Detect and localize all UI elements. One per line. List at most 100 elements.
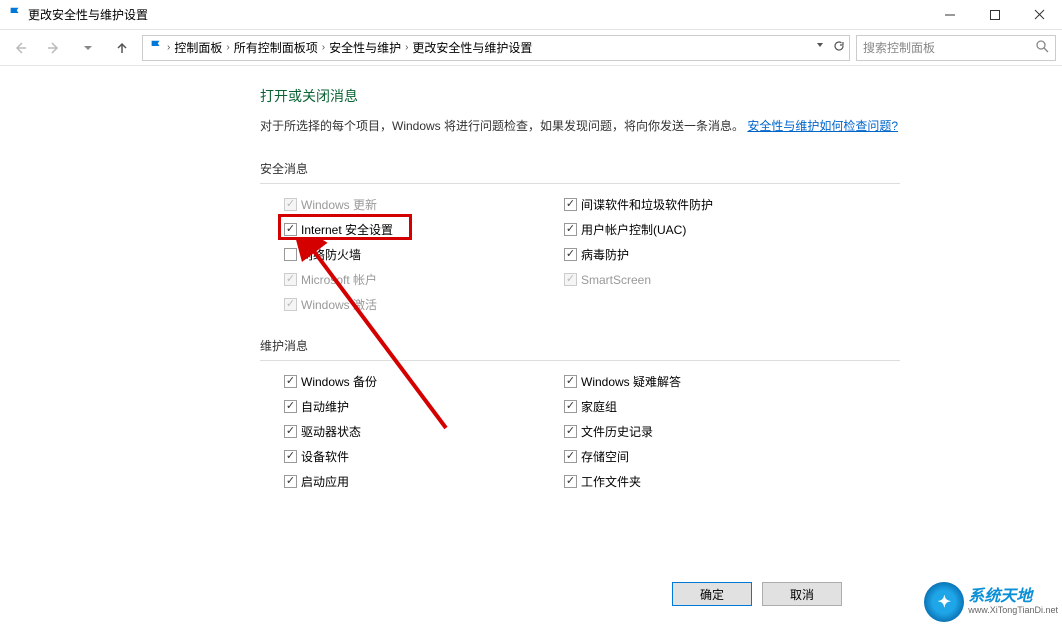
breadcrumb-label: 更改安全性与维护设置 xyxy=(412,39,532,56)
close-button[interactable] xyxy=(1017,0,1062,29)
checkbox-label: Internet 安全设置 xyxy=(301,221,393,238)
checkbox[interactable] xyxy=(564,450,577,463)
ok-label: 确定 xyxy=(700,586,724,603)
checkbox[interactable] xyxy=(284,425,297,438)
checkbox-label: Windows 备份 xyxy=(301,373,377,390)
breadcrumb-label: 所有控制面板项 xyxy=(234,39,318,56)
minimize-button[interactable] xyxy=(927,0,972,29)
security-checkbox-grid: Windows 更新 间谍软件和垃圾软件防护 Internet 安全设置 用户帐户控制… xyxy=(260,190,1032,313)
description-text: 对于所选择的每个项目，Windows 将进行问题检查，如果发现问题，将向你发送一… xyxy=(260,119,744,133)
security-check-5[interactable]: 病毒防护 xyxy=(564,246,834,263)
security-section-label: 安全消息 xyxy=(260,160,900,184)
checkbox[interactable] xyxy=(284,400,297,413)
checkbox-label: 文件历史记录 xyxy=(581,423,653,440)
checkbox[interactable] xyxy=(564,223,577,236)
checkbox xyxy=(284,198,297,211)
breadcrumb-item[interactable]: 所有控制面板项 xyxy=(234,39,318,56)
chevron-right-icon[interactable]: › xyxy=(322,42,325,53)
checkbox-label: 驱动器状态 xyxy=(301,423,361,440)
page-heading: 打开或关闭消息 xyxy=(260,86,1032,106)
address-dropdown-icon[interactable] xyxy=(815,40,825,55)
forward-button[interactable] xyxy=(40,34,68,62)
security-check-0: Windows 更新 xyxy=(284,196,554,213)
checkbox-label: Microsoft 帐户 xyxy=(301,271,377,288)
maintenance-section-label: 维护消息 xyxy=(260,337,900,361)
ok-button[interactable]: 确定 xyxy=(672,582,752,606)
page-description: 对于所选择的每个项目，Windows 将进行问题检查，如果发现问题，将向你发送一… xyxy=(260,116,1032,136)
breadcrumb-label: 控制面板 xyxy=(174,39,222,56)
maximize-button[interactable] xyxy=(972,0,1017,29)
checkbox-label: 病毒防护 xyxy=(581,246,629,263)
maintenance-checkbox-grid: Windows 备份 Windows 疑难解答自动维护 家庭组驱动器状态 文件历史记录… xyxy=(260,367,1032,490)
dialog-footer: 确定 取消 xyxy=(672,582,842,606)
search-input[interactable]: 搜索控制面板 xyxy=(856,35,1056,61)
maintenance-check-8[interactable]: 启动应用 xyxy=(284,473,554,490)
breadcrumb-item[interactable]: 更改安全性与维护设置 xyxy=(412,39,532,56)
checkbox-label: 工作文件夹 xyxy=(581,473,641,490)
chevron-right-icon[interactable]: › xyxy=(405,42,408,53)
maintenance-check-7[interactable]: 存储空间 xyxy=(564,448,834,465)
checkbox xyxy=(284,298,297,311)
chevron-right-icon[interactable]: › xyxy=(226,42,229,53)
security-check-1[interactable]: 间谍软件和垃圾软件防护 xyxy=(564,196,834,213)
checkbox-label: 设备软件 xyxy=(301,448,349,465)
maintenance-check-0[interactable]: Windows 备份 xyxy=(284,373,554,390)
checkbox-label: Windows 激活 xyxy=(301,296,377,313)
security-check-8: Windows 激活 xyxy=(284,296,554,313)
app-flag-icon xyxy=(8,6,22,23)
maintenance-check-2[interactable]: 自动维护 xyxy=(284,398,554,415)
security-check-2[interactable]: Internet 安全设置 xyxy=(284,221,554,238)
search-placeholder: 搜索控制面板 xyxy=(863,39,935,56)
breadcrumb-flag-icon xyxy=(149,39,163,56)
watermark-url: www.XiTongTianDi.net xyxy=(968,606,1058,616)
checkbox[interactable] xyxy=(284,223,297,236)
title-bar: 更改安全性与维护设置 xyxy=(0,0,1062,30)
checkbox-label: 用户帐户控制(UAC) xyxy=(581,221,686,238)
maintenance-check-1[interactable]: Windows 疑难解答 xyxy=(564,373,834,390)
security-check-3[interactable]: 用户帐户控制(UAC) xyxy=(564,221,834,238)
checkbox[interactable] xyxy=(564,198,577,211)
checkbox-label: 启动应用 xyxy=(301,473,349,490)
checkbox-label: 网络防火墙 xyxy=(301,246,361,263)
content-area: 打开或关闭消息 对于所选择的每个项目，Windows 将进行问题检查，如果发现问… xyxy=(0,66,1062,574)
security-check-4[interactable]: 网络防火墙 xyxy=(284,246,554,263)
checkbox-label: 存储空间 xyxy=(581,448,629,465)
address-refresh-icon[interactable] xyxy=(833,40,845,55)
checkbox-label: SmartScreen xyxy=(581,273,651,287)
watermark-text: 系统天地 xyxy=(968,588,1058,606)
maintenance-check-5[interactable]: 文件历史记录 xyxy=(564,423,834,440)
cancel-button[interactable]: 取消 xyxy=(762,582,842,606)
checkbox[interactable] xyxy=(284,375,297,388)
maintenance-check-3[interactable]: 家庭组 xyxy=(564,398,834,415)
breadcrumb-item[interactable]: 安全性与维护 xyxy=(329,39,401,56)
checkbox[interactable] xyxy=(564,425,577,438)
checkbox[interactable] xyxy=(564,475,577,488)
up-button[interactable] xyxy=(108,34,136,62)
back-button[interactable] xyxy=(6,34,34,62)
chevron-right-icon[interactable]: › xyxy=(167,42,170,53)
checkbox-label: 间谍软件和垃圾软件防护 xyxy=(581,196,713,213)
recent-locations-button[interactable] xyxy=(74,34,102,62)
breadcrumb-label: 安全性与维护 xyxy=(329,39,401,56)
checkbox-label: 自动维护 xyxy=(301,398,349,415)
checkbox[interactable] xyxy=(284,450,297,463)
maintenance-check-6[interactable]: 设备软件 xyxy=(284,448,554,465)
breadcrumb-item[interactable]: 控制面板 xyxy=(174,39,222,56)
search-icon xyxy=(1036,40,1049,56)
security-check-7: SmartScreen xyxy=(564,271,834,288)
security-check-6: Microsoft 帐户 xyxy=(284,271,554,288)
watermark: ✦ 系统天地 www.XiTongTianDi.net xyxy=(924,582,1058,622)
help-link[interactable]: 安全性与维护如何检查问题? xyxy=(747,119,898,133)
checkbox[interactable] xyxy=(564,248,577,261)
navigation-bar: › 控制面板 › 所有控制面板项 › 安全性与维护 › 更改安全性与维护设置 搜… xyxy=(0,30,1062,66)
checkbox-label: 家庭组 xyxy=(581,398,617,415)
checkbox[interactable] xyxy=(564,375,577,388)
checkbox[interactable] xyxy=(564,400,577,413)
checkbox xyxy=(284,273,297,286)
checkbox[interactable] xyxy=(284,248,297,261)
address-bar[interactable]: › 控制面板 › 所有控制面板项 › 安全性与维护 › 更改安全性与维护设置 xyxy=(142,35,850,61)
maintenance-check-4[interactable]: 驱动器状态 xyxy=(284,423,554,440)
checkbox[interactable] xyxy=(284,475,297,488)
maintenance-check-9[interactable]: 工作文件夹 xyxy=(564,473,834,490)
checkbox xyxy=(564,273,577,286)
